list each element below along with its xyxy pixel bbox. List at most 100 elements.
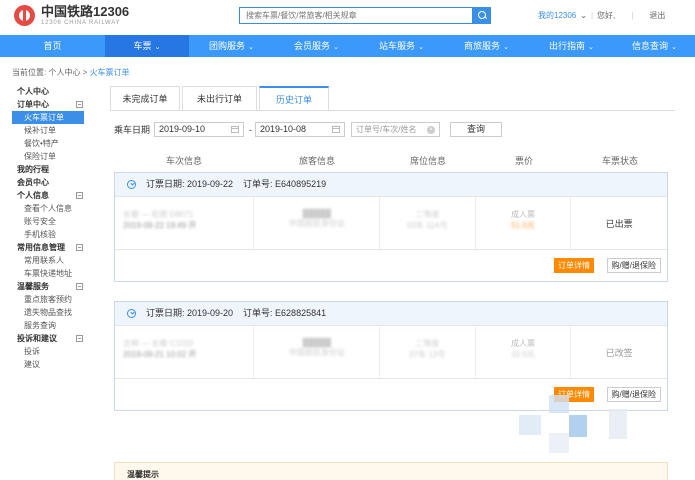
sidebar-item-waitlist[interactable]: 候补订单 — [12, 124, 98, 137]
order-actions: 订单详情 购/赠/退保险 — [115, 250, 667, 281]
watermark-mosaic — [519, 395, 649, 455]
status-badge: 已出票 — [605, 219, 633, 229]
nav-group[interactable]: 团购服务 ⌄ — [189, 35, 274, 57]
logo-title: 中国铁路12306 — [41, 4, 130, 19]
chevron-down-icon: ⌄ — [333, 44, 339, 51]
sidebar-item-phone[interactable]: 手机核验 — [12, 228, 98, 241]
sidebar-order-center[interactable]: 订单中心 — [12, 98, 98, 111]
tab-untraveled[interactable]: 未出行订单 — [182, 86, 257, 111]
seat-info: 二等座 07车 13号 — [380, 326, 476, 380]
passenger-info: █████ 中国居民身份证 — [254, 197, 381, 251]
chevron-down-icon: ⌄ — [418, 44, 424, 51]
sidebar-item-train-orders[interactable]: 火车票订单 — [12, 111, 84, 124]
order-header: 订票日期: 2019-09-20 订单号: E628825841 — [115, 302, 667, 325]
end-date-field[interactable]: 2019-10-08 — [255, 122, 346, 137]
order-detail-button[interactable]: 订单详情 — [554, 258, 594, 273]
sidebar-personal-info[interactable]: 个人信息 — [12, 189, 98, 202]
query-button[interactable]: 查询 — [450, 122, 503, 137]
filter-label: 乘车日期 — [114, 125, 151, 135]
sidebar-item-priority[interactable]: 重点旅客预约 — [12, 293, 98, 306]
collapse-icon[interactable] — [76, 192, 83, 199]
status-badge: 已改签 — [605, 348, 633, 358]
order-date: 订票日期: 2019-09-20 — [146, 308, 234, 318]
chevron-down-icon: ⌄ — [248, 44, 254, 51]
collapse-icon[interactable] — [76, 101, 83, 108]
my-account-link[interactable]: 我的12306 — [538, 10, 576, 21]
chevron-down-icon: ⌄ — [588, 44, 594, 51]
search-input[interactable] — [240, 8, 472, 23]
sidebar-item-service-query[interactable]: 服务查询 — [12, 319, 98, 332]
col-seat: 席位信息 — [409, 156, 446, 166]
insurance-button[interactable]: 购/赠/退保险 — [606, 258, 661, 273]
order-search-field[interactable]: 订单号/车次/姓名 × — [351, 122, 441, 137]
nav-guide[interactable]: 出行指南 ⌄ — [529, 35, 614, 57]
breadcrumb-prefix: 当前位置: 个人中心 > — [12, 68, 90, 77]
sidebar-common-info[interactable]: 常用信息管理 — [12, 241, 98, 254]
sidebar-item-contacts[interactable]: 常用联系人 — [12, 254, 98, 267]
sidebar-item-delivery[interactable]: 车票快递地址 — [12, 267, 98, 280]
sidebar: 个人中心 订单中心 火车票订单 候补订单 餐饮•特产 保险订单 我的行程 会员中… — [12, 85, 98, 371]
tab-unfinished[interactable]: 未完成订单 — [110, 86, 180, 111]
sidebar-item-suggestion[interactable]: 建议 — [12, 358, 98, 371]
seat-info: 二等座 03车 11A号 — [380, 197, 476, 251]
order-header: 订票日期: 2019-09-22 订单号: E640895219 — [115, 173, 667, 196]
site-logo[interactable]: 中国铁路12306 12306 CHINA RAILWAY — [14, 5, 129, 27]
sidebar-complaints[interactable]: 投诉和建议 — [12, 332, 98, 345]
sidebar-item-lost[interactable]: 遗失物品查找 — [12, 306, 98, 319]
tab-history[interactable]: 历史订单 — [259, 86, 329, 111]
breadcrumb-current[interactable]: 火车票订单 — [90, 68, 130, 77]
nav-home[interactable]: 首页 — [0, 35, 105, 57]
clear-icon[interactable]: × — [427, 126, 436, 134]
logout-link[interactable]: 退出 — [649, 10, 665, 21]
account-links: 我的12306 ⌄ | 您好, | 退出 — [538, 10, 666, 21]
col-price: 票价 — [514, 156, 533, 166]
date-filter: 乘车日期 2019-09-10 - 2019-10-08 订单号/车次/姓名 ×… — [114, 122, 503, 137]
order-card: 订票日期: 2019-09-22 订单号: E640895219 长春 — 松原… — [114, 172, 668, 282]
sidebar-member-center[interactable]: 会员中心 — [12, 176, 98, 189]
order-tabs: 未完成订单 未出行订单 历史订单 — [110, 86, 331, 111]
nav-tickets[interactable]: 车票 ⌄ — [105, 35, 189, 57]
warm-notice: 温馨提示 — [114, 462, 668, 480]
chevron-down-icon: ⌄ — [154, 44, 161, 51]
nav-business[interactable]: 商旅服务 ⌄ — [444, 35, 529, 57]
nav-member[interactable]: 会员服务 ⌄ — [274, 35, 359, 57]
train-info: 长春 — 松原 D8071 2019-09-22 19:49 开 — [115, 197, 255, 251]
site-header: 中国铁路12306 12306 CHINA RAILWAY 我的12306 ⌄ … — [0, 0, 695, 34]
collapse-icon[interactable] — [76, 244, 83, 251]
chevron-down-icon: ⌄ — [671, 44, 677, 51]
sidebar-personal-center[interactable]: 个人中心 — [12, 85, 98, 98]
col-train: 车次信息 — [165, 156, 202, 166]
order-date: 订票日期: 2019-09-22 — [146, 179, 234, 189]
breadcrumb: 当前位置: 个人中心 > 火车票订单 — [12, 67, 130, 78]
railway-logo-icon — [14, 5, 35, 26]
start-date-field[interactable]: 2019-09-10 — [154, 122, 245, 137]
col-passenger: 旅客信息 — [298, 156, 335, 166]
sidebar-item-insurance[interactable]: 保险订单 — [12, 150, 98, 163]
order-number: 订单号: E628825841 — [243, 308, 327, 318]
nav-info[interactable]: 信息查询 ⌄ — [614, 35, 695, 57]
site-search[interactable] — [239, 7, 473, 24]
calendar-icon[interactable] — [332, 126, 341, 133]
sidebar-item-food[interactable]: 餐饮•特产 — [12, 137, 98, 150]
collapse-icon[interactable] — [76, 335, 83, 342]
calendar-icon[interactable] — [231, 126, 240, 133]
train-info: 吉林 — 长春 C1033 2019-09-21 10:02 开 — [115, 326, 255, 380]
search-button[interactable] — [473, 7, 491, 24]
chevron-down-icon: ⌄ — [580, 11, 587, 20]
expand-icon[interactable] — [127, 309, 136, 318]
main-nav: 首页 车票 ⌄ 团购服务 ⌄ 会员服务 ⌄ 站车服务 ⌄ 商旅服务 ⌄ 出行指南 ⌄ 信息查… — [0, 35, 695, 57]
sidebar-item-view-info[interactable]: 查看个人信息 — [12, 202, 98, 215]
price-info: 成人票 51.5元 — [476, 197, 572, 251]
orders-table-header: 车次信息 旅客信息 席位信息 票价 车票状态 — [114, 153, 668, 170]
order-number: 订单号: E640895219 — [243, 179, 327, 189]
col-status: 车票状态 — [601, 156, 638, 166]
sidebar-my-trips[interactable]: 我的行程 — [12, 163, 98, 176]
chevron-down-icon: ⌄ — [503, 44, 509, 51]
tabs-divider — [110, 110, 675, 111]
sidebar-warm-service[interactable]: 温馨服务 — [12, 280, 98, 293]
sidebar-item-security[interactable]: 账号安全 — [12, 215, 98, 228]
expand-icon[interactable] — [127, 180, 136, 189]
sidebar-item-complaint[interactable]: 投诉 — [12, 345, 98, 358]
collapse-icon[interactable] — [76, 283, 83, 290]
nav-station[interactable]: 站车服务 ⌄ — [359, 35, 444, 57]
